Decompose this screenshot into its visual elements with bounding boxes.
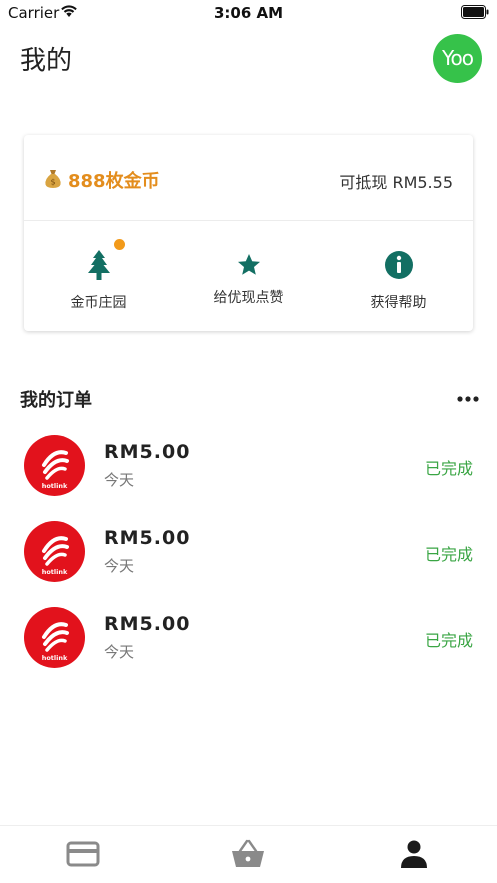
star-icon — [238, 254, 260, 275]
order-date: 今天 — [104, 557, 135, 575]
action-label: 获得帮助 — [370, 295, 427, 311]
status-bar: Carrier 3:06 AM — [0, 0, 497, 26]
page-title: 我的 — [20, 46, 73, 76]
svg-text:hotlink: hotlink — [42, 654, 68, 662]
order-row[interactable]: hotlink RM5.00 今天 已完成 — [0, 521, 497, 607]
orders-section-title: 我的订单 — [20, 390, 92, 411]
hotlink-logo: hotlink — [24, 435, 85, 496]
person-icon[interactable] — [396, 838, 432, 870]
coins-summary[interactable]: $ 888枚金币 可抵现 RM5.55 — [24, 135, 473, 221]
get-help-button[interactable]: 获得帮助 — [324, 221, 473, 331]
notification-dot — [114, 239, 125, 250]
more-options-icon[interactable] — [456, 395, 480, 403]
hotlink-logo: hotlink — [24, 521, 85, 582]
order-status: 已完成 — [424, 545, 473, 564]
tree-icon — [88, 250, 110, 280]
cash-value: 可抵现 RM5.55 — [339, 173, 453, 192]
order-status: 已完成 — [424, 631, 473, 650]
money-bag-icon: $ — [45, 170, 61, 188]
basket-icon[interactable] — [230, 838, 266, 870]
order-date: 今天 — [104, 643, 135, 661]
hotlink-mark-icon: hotlink — [42, 450, 69, 490]
order-date: 今天 — [104, 471, 135, 489]
coin-garden-button[interactable]: 金币庄园 — [24, 221, 173, 331]
action-label: 给优现点赞 — [213, 290, 284, 306]
order-status: 已完成 — [424, 459, 473, 478]
battery-icon — [461, 5, 489, 19]
coin-balance: 888枚金币 — [68, 171, 160, 192]
order-amount: RM5.00 — [104, 527, 191, 549]
svg-text:hotlink: hotlink — [42, 568, 68, 576]
order-row[interactable]: hotlink RM5.00 今天 已完成 — [0, 607, 497, 693]
info-icon — [385, 251, 413, 279]
clock-label: 3:06 AM — [213, 4, 284, 22]
order-amount: RM5.00 — [104, 613, 191, 635]
svg-text:hotlink: hotlink — [42, 482, 68, 490]
yoo-logo: Yoo — [433, 34, 482, 83]
coins-card: $ 888枚金币 可抵现 RM5.55 金币庄园 给优现点赞 获得帮助 — [24, 135, 473, 331]
rate-app-button[interactable]: 给优现点赞 — [174, 221, 323, 331]
action-label: 金币庄园 — [70, 295, 127, 311]
hotlink-mark-icon: hotlink — [42, 536, 69, 576]
order-row[interactable]: hotlink RM5.00 今天 已完成 — [0, 435, 497, 521]
svg-text:$: $ — [50, 178, 55, 187]
bottom-tab-bar — [0, 825, 497, 883]
hotlink-logo: hotlink — [24, 607, 85, 668]
order-amount: RM5.00 — [104, 441, 191, 463]
card-icon[interactable] — [65, 838, 101, 870]
hotlink-mark-icon: hotlink — [42, 622, 69, 662]
